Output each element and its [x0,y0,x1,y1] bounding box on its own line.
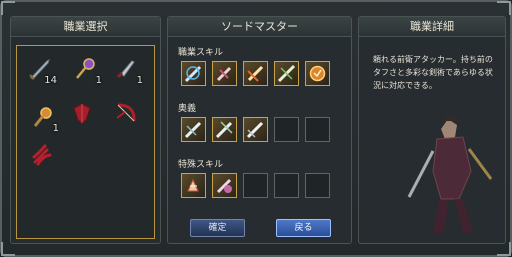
item-count: 14 [44,75,57,86]
mace-icon[interactable]: 1 [29,104,59,134]
job-description: 頼れる前衛アタッカー。持ち前のタフさと多彩な剣術であらゆる状況に対応できる。 [373,55,493,90]
confirm-button[interactable]: 確定 [190,219,245,237]
item-count: 1 [136,75,143,86]
job-details-title: 職業詳細 [359,17,505,37]
frame-corner [1,1,15,15]
ultimate-label: 奥義 [178,104,197,114]
special-skill-slot[interactable] [212,173,237,198]
job-details-panel: 職業詳細 頼れる前衛アタッカー。持ち前のタフさと多彩な剣術であらゆる状況に対応で… [358,16,506,244]
job-selection-panel: 職業選択 14 1 1 1 [10,16,161,244]
frame-corner [497,1,511,15]
ultimate-slot[interactable] [212,117,237,142]
skill-slot[interactable] [212,61,237,86]
skill-slot[interactable] [181,61,206,86]
job-select-window: 職業選択 14 1 1 1 ソードマスター 職業スキル 奥義 特殊スキル 確定 … [0,0,512,257]
job-selection-title: 職業選択 [11,17,160,37]
special-skills-label: 特殊スキル [178,160,224,170]
swordmaster-portrait [407,115,493,233]
frame-corner [1,242,15,256]
empty-slot[interactable] [243,173,268,198]
empty-slot[interactable] [305,173,330,198]
skill-slot[interactable] [243,61,268,86]
special-skill-slot[interactable] [181,173,206,198]
empty-slot[interactable] [274,117,299,142]
item-count: 1 [95,75,102,86]
frame-corner [497,242,511,256]
item-count: 1 [52,123,59,134]
ultimate-slot[interactable] [243,117,268,142]
sword-icon[interactable]: 14 [27,56,57,86]
job-item-grid: 14 1 1 1 [16,45,155,239]
skill-slot[interactable] [274,61,299,86]
bow-icon[interactable] [113,100,139,126]
shield-icon[interactable] [69,100,95,126]
empty-slot[interactable] [305,117,330,142]
dagger-icon[interactable]: 1 [113,56,143,86]
job-name-title: ソードマスター [168,17,351,37]
staff-icon[interactable]: 1 [72,56,102,86]
empty-slot[interactable] [274,173,299,198]
job-skills-label: 職業スキル [178,48,224,58]
claw-icon[interactable] [29,142,55,168]
skill-slot[interactable] [305,61,330,86]
back-button[interactable]: 戻る [276,219,331,237]
job-skills-panel: ソードマスター 職業スキル 奥義 特殊スキル 確定 戻る [167,16,352,244]
ultimate-slot[interactable] [181,117,206,142]
